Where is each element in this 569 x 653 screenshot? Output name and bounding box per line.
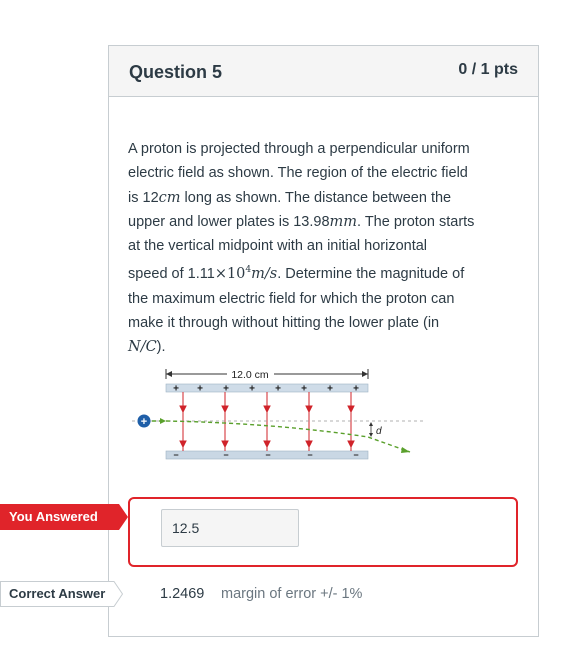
plus-sign: +: [173, 384, 179, 395]
question-line: A proton is projected through a perpendi…: [128, 141, 470, 157]
d-label: d: [376, 426, 382, 437]
minus-sign: −: [265, 450, 270, 460]
answer-input[interactable]: 12.5: [161, 509, 299, 547]
plus-sign: +: [301, 384, 307, 395]
math-speed-unit: m/s: [251, 266, 278, 283]
plus-sign: +: [327, 384, 333, 395]
math-cm: cm: [158, 189, 181, 206]
electric-field-diagram: 12.0 cm + + + + + + + + − − − − − + d: [132, 369, 424, 460]
length-label: 12.0 cm: [231, 369, 269, 381]
question-line: upper and lower plates is 13.98: [128, 213, 330, 230]
question-line: speed of 1.11×104m/s. Determine the magn…: [128, 265, 465, 283]
question-points: 0 / 1 pts: [458, 61, 518, 78]
question-line: the maximum electric field for which the…: [128, 290, 455, 307]
you-answered-tag: You Answered: [0, 504, 128, 530]
proton-sign: +: [141, 416, 147, 428]
math-mm: mm: [329, 213, 358, 230]
question-line: N/C).: [128, 339, 166, 356]
minus-sign: −: [223, 450, 228, 460]
question-header: Question 5 0 / 1 pts: [109, 46, 538, 97]
minus-sign: −: [353, 450, 358, 460]
plus-sign: +: [249, 384, 255, 395]
field-lines: [179, 392, 355, 451]
correct-answer-tag: Correct Answer: [0, 581, 123, 607]
question-text: A proton is projected through a perpendi…: [128, 137, 523, 360]
question-line: make it through without hitting the lowe…: [128, 314, 440, 331]
incorrect-answer-box: 12.5: [128, 497, 518, 567]
plus-sign: +: [197, 384, 203, 395]
plus-sign: +: [223, 384, 229, 395]
plus-sign: +: [353, 384, 359, 395]
minus-sign: −: [307, 450, 312, 460]
minus-sign: −: [173, 450, 178, 460]
question-title: Question 5: [129, 62, 223, 82]
correct-answer-value: 1.2469: [160, 586, 205, 602]
math-times: ×10: [214, 266, 246, 283]
question-line: at the vertical midpoint with an initial…: [128, 238, 428, 255]
margin-of-error: margin of error +/- 1%: [221, 586, 363, 602]
question-line: electric field as shown. The region of t…: [128, 165, 468, 182]
question-line: is 12cm long as shown. The distance betw…: [128, 189, 452, 206]
math-field-unit: N/C: [128, 339, 157, 356]
plus-sign: +: [275, 384, 281, 395]
